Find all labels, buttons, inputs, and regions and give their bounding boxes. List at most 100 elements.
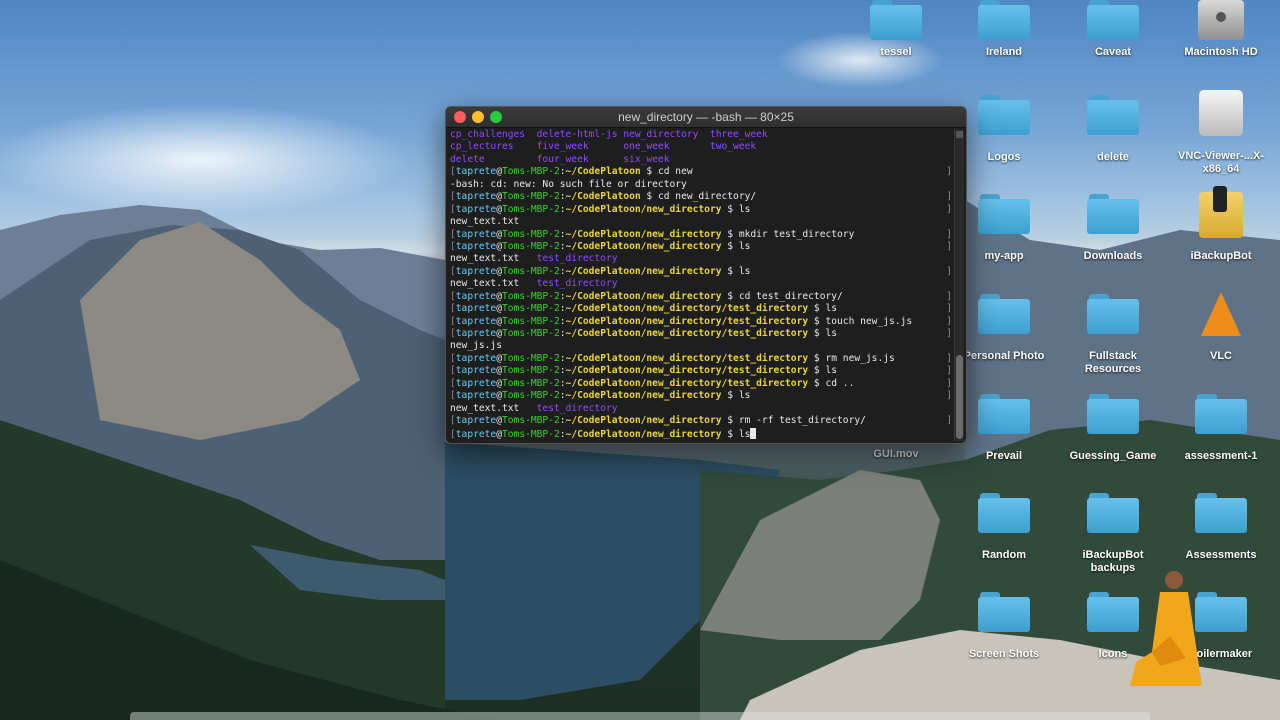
desktop-icon-tessel[interactable]: tessel bbox=[846, 0, 946, 59]
hard-drive-icon bbox=[1198, 0, 1244, 40]
command-text: cd new bbox=[657, 166, 693, 178]
disk-image-icon bbox=[1199, 90, 1243, 136]
directory-name: five_week bbox=[536, 141, 624, 153]
desktop-icon-label: Downloads bbox=[1083, 250, 1143, 262]
desktop-icon-random[interactable]: Random bbox=[954, 493, 1054, 562]
directory-name: new_directory bbox=[623, 129, 710, 140]
terminal-titlebar[interactable]: new_directory — -bash — 80×25 bbox=[446, 107, 966, 128]
desktop-icon-assessments[interactable]: Assessments bbox=[1171, 493, 1271, 562]
prompt-bracket-right: ] bbox=[946, 166, 952, 178]
desktop-icon-label: GUI.mov bbox=[873, 448, 919, 460]
prompt-bracket-right: ] bbox=[946, 415, 952, 427]
desktop-icon-guessing-game[interactable]: Guessing_Game bbox=[1063, 394, 1163, 463]
desktop-icon-label: Macintosh HD bbox=[1184, 46, 1258, 58]
prompt-path: ~/CodePlatoon bbox=[565, 191, 641, 203]
scrollbar-thumb[interactable] bbox=[956, 355, 963, 439]
desktop-icon-fullstack-resources[interactable]: Fullstack Resources bbox=[1063, 294, 1163, 376]
terminal-scrollbar[interactable] bbox=[954, 129, 964, 441]
folder-icon bbox=[1195, 592, 1247, 632]
terminal-line: -bash: cd: new: No such file or director… bbox=[450, 179, 952, 191]
prompt-bracket-right: ] bbox=[946, 328, 952, 339]
folder-icon bbox=[1087, 394, 1139, 434]
desktop-icon-logos[interactable]: Logos bbox=[954, 95, 1054, 164]
terminal-line: new_js.js bbox=[450, 340, 952, 352]
prompt-bracket-right: ] bbox=[946, 290, 952, 302]
directory-name: cp_challenges bbox=[450, 129, 537, 140]
terminal-window[interactable]: new_directory — -bash — 80×25 cp_challen… bbox=[445, 106, 967, 444]
desktop-icon-macintosh-hd[interactable]: Macintosh HD bbox=[1171, 0, 1271, 59]
directory-name: test_directory bbox=[536, 278, 618, 290]
desktop-icon-vlc[interactable]: VLC bbox=[1171, 290, 1271, 363]
prompt-path: ~/CodePlatoon/new_directory bbox=[565, 265, 722, 277]
prompt-user: taprete bbox=[455, 315, 497, 327]
desktop-icon-label: Ireland bbox=[985, 46, 1023, 58]
prompt-user: taprete bbox=[455, 415, 497, 427]
desktop-icon-ibackupbot-backups[interactable]: iBackupBot backups bbox=[1063, 493, 1163, 575]
prompt-host: Toms-MBP-2 bbox=[502, 377, 560, 389]
folder-icon bbox=[978, 0, 1030, 40]
desktop-icon-ibackupbot[interactable]: iBackupBot bbox=[1171, 186, 1271, 263]
folder-icon bbox=[1087, 294, 1139, 334]
monk-figure-overlay bbox=[1130, 571, 1202, 686]
desktop-icon-label: my-app bbox=[984, 250, 1024, 262]
prompt-path: ~/CodePlatoon/new_directory bbox=[565, 428, 722, 440]
prompt-bracket-right: ] bbox=[946, 352, 952, 364]
terminal-line: [taprete@Toms-MBP-2:~/CodePlatoon/new_di… bbox=[450, 365, 952, 377]
desktop-icon-downloads[interactable]: Downloads bbox=[1063, 194, 1163, 263]
desktop-icon-ireland[interactable]: Ireland bbox=[954, 0, 1054, 59]
desktop-icon-personal-photo[interactable]: Personal Photo bbox=[954, 294, 1054, 363]
folder-icon bbox=[1195, 394, 1247, 434]
prompt-user: taprete bbox=[455, 166, 497, 178]
prompt-host: Toms-MBP-2 bbox=[502, 328, 560, 339]
prompt-host: Toms-MBP-2 bbox=[502, 365, 560, 377]
terminal-line: cp_lectures five_week one_week two_week bbox=[450, 141, 952, 153]
terminal-output[interactable]: cp_challenges delete-html-js new_directo… bbox=[450, 129, 952, 439]
directory-name bbox=[710, 154, 797, 165]
desktop-icon-screen-shots[interactable]: Screen Shots bbox=[954, 592, 1054, 661]
terminal-line: delete four_week six_week bbox=[450, 154, 952, 166]
desktop-icon-label: tessel bbox=[880, 46, 912, 58]
desktop-icon-assessment-1[interactable]: assessment-1 bbox=[1171, 394, 1271, 463]
desktop-icon-delete[interactable]: delete bbox=[1063, 95, 1163, 164]
prompt-dollar: $ bbox=[721, 240, 739, 252]
desktop-icon-gui-mov[interactable]: GUI.mov bbox=[846, 442, 946, 461]
prompt-host: Toms-MBP-2 bbox=[502, 428, 560, 440]
directory-name: delete-html-js bbox=[536, 129, 624, 140]
prompt-dollar: $ bbox=[808, 303, 826, 315]
prompt-dollar: $ bbox=[721, 390, 739, 402]
prompt-bracket-right: ] bbox=[946, 365, 952, 377]
desktop-icon-caveat[interactable]: Caveat bbox=[1063, 0, 1163, 59]
prompt-user: taprete bbox=[455, 377, 497, 389]
prompt-bracket-right: ] bbox=[946, 191, 952, 203]
directory-name: delete bbox=[450, 153, 537, 165]
file-name: new_text.txt bbox=[450, 402, 537, 414]
prompt-path: ~/CodePlatoon/new_directory bbox=[565, 203, 722, 215]
prompt-host: Toms-MBP-2 bbox=[502, 390, 560, 402]
prompt-dollar: $ bbox=[808, 328, 826, 339]
desktop-icon-vnc-viewer[interactable]: VNC-Viewer-...X-x86_64 bbox=[1171, 90, 1271, 176]
prompt-user: taprete bbox=[455, 265, 497, 277]
desktop-icon-label: Assessments bbox=[1185, 549, 1257, 561]
terminal-line: [taprete@Toms-MBP-2:~/CodePlatoon $ cd n… bbox=[450, 166, 952, 178]
prompt-path: ~/CodePlatoon/new_directory bbox=[565, 290, 722, 302]
command-text: cd .. bbox=[825, 377, 855, 389]
desktop-icon-my-app[interactable]: my-app bbox=[954, 194, 1054, 263]
directory-name: three_week bbox=[709, 129, 797, 140]
terminal-line: new_text.txt test_directory bbox=[450, 253, 952, 265]
dock[interactable] bbox=[130, 712, 1150, 720]
terminal-line: [taprete@Toms-MBP-2:~/CodePlatoon/new_di… bbox=[450, 241, 952, 253]
prompt-path: ~/CodePlatoon/new_directory/test_directo… bbox=[565, 352, 809, 364]
prompt-user: taprete bbox=[455, 390, 497, 402]
desktop-icon-prevail[interactable]: Prevail bbox=[954, 394, 1054, 463]
prompt-host: Toms-MBP-2 bbox=[502, 290, 560, 302]
prompt-host: Toms-MBP-2 bbox=[502, 191, 560, 203]
text-cursor bbox=[750, 427, 757, 439]
prompt-host: Toms-MBP-2 bbox=[502, 240, 560, 252]
folder-icon bbox=[978, 394, 1030, 434]
prompt-host: Toms-MBP-2 bbox=[502, 203, 560, 215]
terminal-line: [taprete@Toms-MBP-2:~/CodePlatoon/new_di… bbox=[450, 353, 952, 365]
prompt-user: taprete bbox=[455, 191, 497, 203]
scroll-up-icon[interactable] bbox=[956, 131, 963, 138]
terminal-line: new_text.txt test_directory bbox=[450, 278, 952, 290]
desktop-icon-label: Guessing_Game bbox=[1069, 450, 1157, 462]
